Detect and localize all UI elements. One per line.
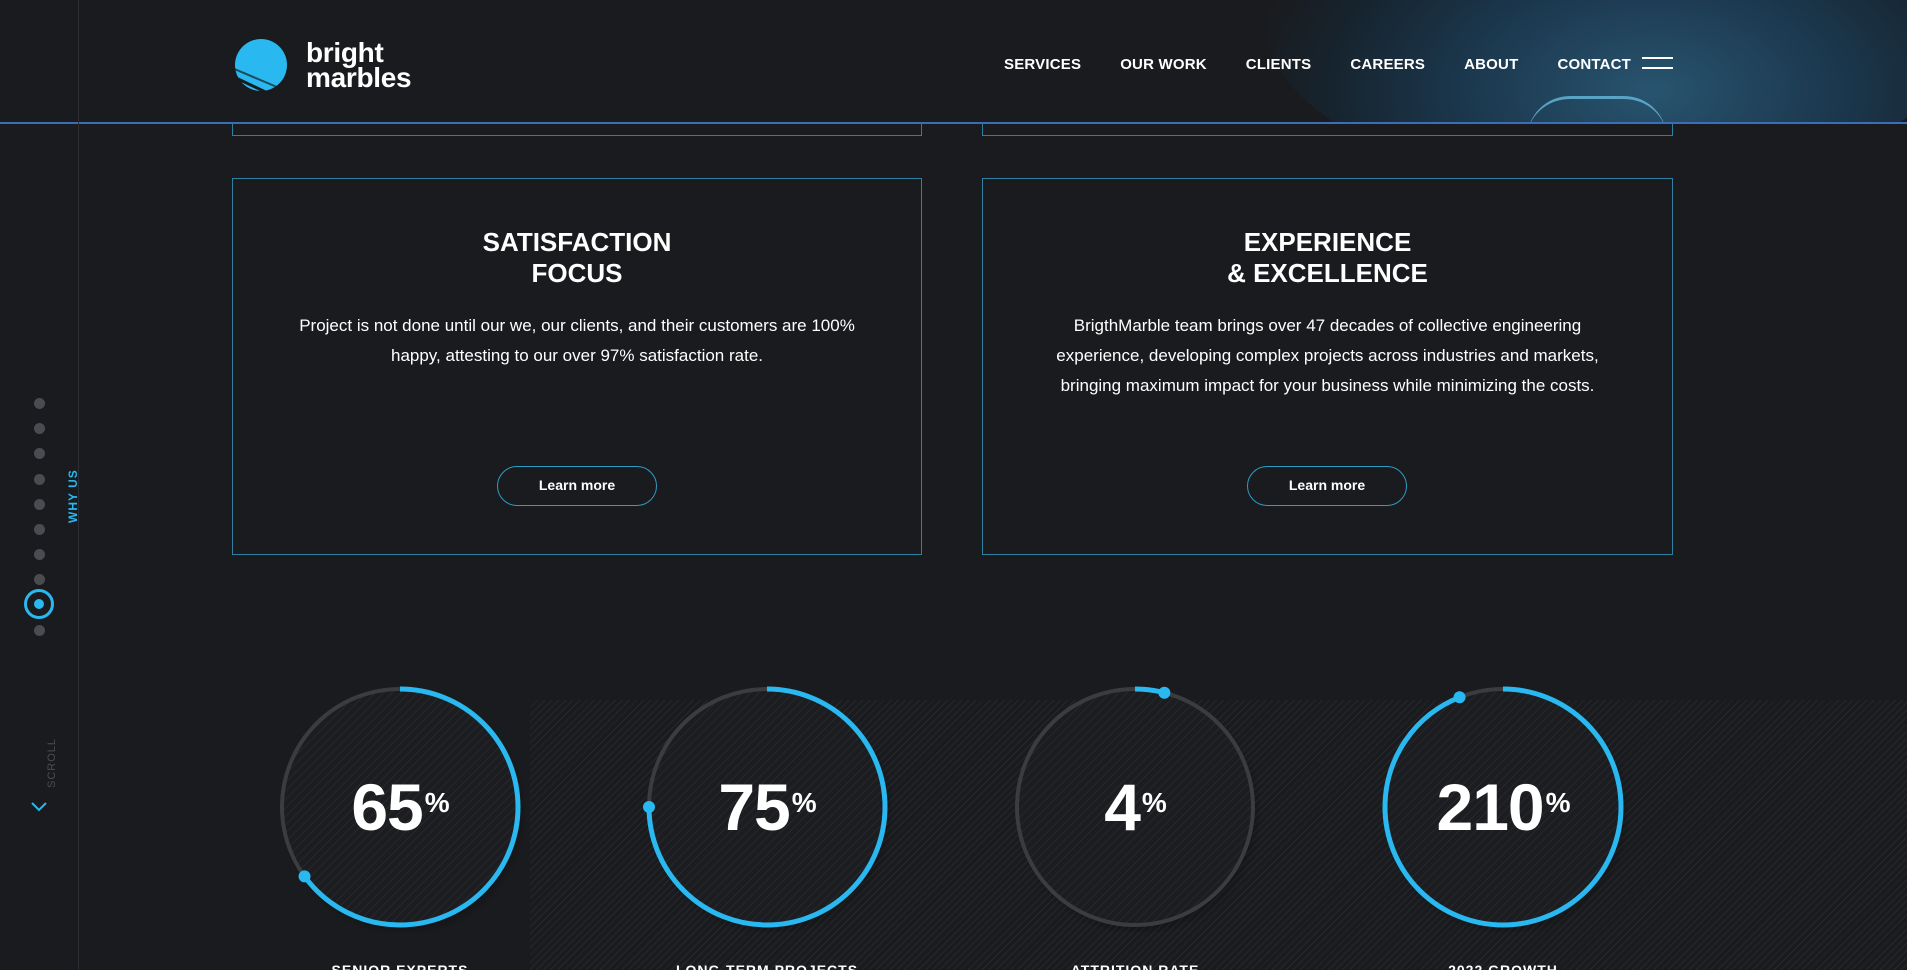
section-dot[interactable]	[34, 624, 45, 636]
section-rail: WHY US SCROLL	[0, 0, 80, 970]
feature-card-experience: EXPERIENCE & EXCELLENCE BrigthMarble tea…	[982, 178, 1673, 555]
rail-section-label: WHY US	[66, 469, 80, 523]
nav-item-contact[interactable]: CONTACT	[1557, 56, 1631, 73]
card-title: SATISFACTION FOCUS	[233, 227, 921, 289]
stat-number: 75	[718, 770, 790, 844]
stat-value: 4%	[1010, 772, 1260, 842]
section-dot[interactable]	[34, 524, 45, 535]
nav-item-services[interactable]: SERVICES	[1004, 56, 1081, 73]
site-logo[interactable]: bright marbles	[231, 38, 412, 98]
card-title-line-1: EXPERIENCE	[1243, 227, 1412, 257]
stat-growth: 210% 2022 GROWTH	[1378, 682, 1628, 970]
stat-value: 210%	[1378, 772, 1628, 842]
hamburger-icon[interactable]	[1642, 57, 1673, 71]
stat-number: 4	[1104, 770, 1141, 844]
page: bright marbles SERVICES OUR WORK CLIENTS…	[0, 0, 1907, 970]
stat-value: 75%	[642, 772, 892, 842]
chevron-down-icon[interactable]	[30, 800, 48, 814]
stat-long-term-projects: 75% LONG-TERM PROJECTS	[642, 682, 892, 970]
stat-unit: %	[424, 787, 450, 818]
stat-value: 65%	[275, 772, 525, 842]
stat-label: SENIOR EXPERTS	[331, 962, 469, 970]
marble-logo-icon	[231, 38, 288, 98]
site-header: bright marbles SERVICES OUR WORK CLIENTS…	[0, 0, 1907, 124]
card-title: EXPERIENCE & EXCELLENCE	[983, 227, 1672, 289]
section-dot[interactable]	[34, 448, 45, 460]
feature-card-satisfaction: SATISFACTION FOCUS Project is not done u…	[232, 178, 922, 555]
nav-item-about[interactable]: ABOUT	[1464, 56, 1518, 73]
rail-scroll-label: SCROLL	[46, 737, 58, 788]
stat-number: 65	[351, 770, 423, 844]
section-dot[interactable]	[34, 423, 45, 435]
stat-label: LONG-TERM PROJECTS	[675, 962, 859, 970]
section-dot[interactable]	[34, 473, 45, 485]
section-dot[interactable]	[34, 398, 45, 409]
card-description: BrigthMarble team brings over 47 decades…	[1056, 316, 1599, 395]
nav-item-our-work[interactable]: OUR WORK	[1120, 56, 1207, 73]
main-nav: SERVICES OUR WORK CLIENTS CAREERS ABOUT …	[1004, 56, 1670, 73]
ring-progress-knob	[298, 870, 311, 883]
active-section-indicator[interactable]	[24, 589, 54, 619]
section-dot[interactable]	[34, 549, 45, 561]
stat-attrition-rate: 4% ATTRITION RATE	[1010, 682, 1260, 970]
learn-more-button[interactable]: Learn more	[1247, 466, 1407, 506]
ring-progress-knob	[1453, 691, 1466, 704]
stat-unit: %	[1545, 787, 1571, 818]
card-title-line-2: FOCUS	[531, 258, 623, 288]
ring-progress-knob	[1158, 686, 1171, 699]
nav-item-clients[interactable]: CLIENTS	[1246, 56, 1312, 73]
stat-label: ATTRITION RATE	[1070, 962, 1200, 970]
card-description: Project is not done until our we, our cl…	[299, 316, 855, 365]
stat-number: 210	[1436, 770, 1544, 844]
stat-unit: %	[1141, 787, 1167, 818]
card-title-line-2: & EXCELLENCE	[1227, 258, 1428, 288]
stat-unit: %	[791, 787, 817, 818]
section-dot[interactable]	[34, 498, 45, 510]
section-dot[interactable]	[34, 574, 45, 586]
card-title-line-1: SATISFACTION	[482, 227, 672, 257]
nav-item-careers[interactable]: CAREERS	[1350, 56, 1425, 73]
stat-label: 2022 GROWTH	[1448, 962, 1558, 970]
learn-more-button[interactable]: Learn more	[497, 466, 657, 506]
logo-line-2: marbles	[306, 62, 412, 93]
logo-wordmark: bright marbles	[306, 39, 412, 93]
stat-senior-experts: 65% SENIOR EXPERTS	[275, 682, 525, 970]
